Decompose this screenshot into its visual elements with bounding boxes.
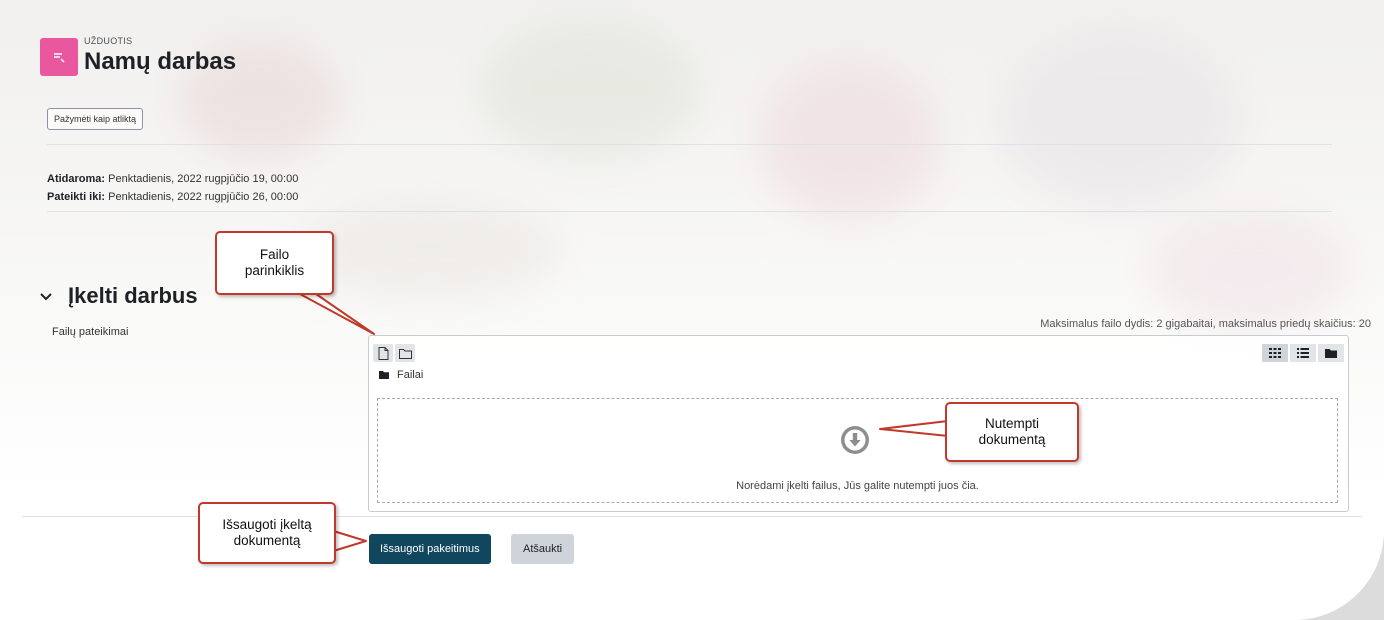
callout-save-document: Išsaugoti įkeltą dokumentą (198, 502, 336, 564)
create-folder-button[interactable] (395, 344, 415, 362)
section-title: Įkelti darbus (68, 283, 198, 308)
callout-file-picker-text: Failo parinkiklis (244, 247, 305, 278)
folder-solid-icon (379, 371, 389, 379)
view-list-button[interactable] (1290, 344, 1316, 362)
view-switcher (1262, 344, 1344, 362)
folder-icon (398, 348, 412, 359)
save-changes-button[interactable]: Išsaugoti pakeitimus (369, 534, 491, 564)
list-icon (1297, 348, 1309, 358)
opens-value: Penktadienis, 2022 rugpjūčio 19, 00:00 (108, 173, 299, 185)
opens-label: Atidaroma: (47, 173, 106, 185)
activity-dates: Atidaroma: Penktadienis, 2022 rugpjūčio … (47, 170, 298, 206)
dropzone[interactable]: Norėdami įkelti failus, Jūs galite nutem… (377, 398, 1338, 503)
arrow-circle-down-icon (841, 426, 869, 454)
divider (47, 144, 1332, 145)
callout-file-picker: Failo parinkiklis (215, 231, 334, 295)
breadcrumb-files[interactable]: Failai (397, 369, 423, 381)
add-file-button[interactable] (373, 344, 393, 362)
callout-save-document-text: Išsaugoti įkeltą dokumentą (222, 517, 312, 548)
callout-drag-document-text: Nutempti dokumentą (978, 416, 1046, 447)
file-limits-text: Maksimalus failo dydis: 2 gigabaitai, ma… (1040, 318, 1371, 330)
mark-complete-button[interactable]: Pažymėti kaip atliktą (47, 108, 144, 130)
view-tree-button[interactable] (1318, 344, 1344, 362)
cancel-button[interactable]: Atšaukti (511, 534, 575, 564)
folder-solid-icon (1325, 349, 1337, 358)
activity-type-label: UŽDUOTIS (84, 36, 133, 46)
dropzone-text: Norėdami įkelti failus, Jūs galite nutem… (736, 480, 979, 492)
callout-drag-document: Nutempti dokumentą (945, 402, 1079, 462)
due-date: Pateikti iki: Penktadienis, 2022 rugpjūč… (47, 188, 298, 206)
view-icons-button[interactable] (1262, 344, 1288, 362)
screenshot-frame: UŽDUOTIS Namų darbas Pažymėti kaip atlik… (0, 0, 1384, 620)
section-header[interactable]: Įkelti darbus (40, 283, 198, 309)
divider (47, 211, 1332, 212)
file-submissions-label: Failų pateikimai (52, 326, 129, 338)
grid-icon (1269, 348, 1281, 358)
file-icon (378, 346, 388, 360)
opens-date: Atidaroma: Penktadienis, 2022 rugpjūčio … (47, 170, 298, 188)
file-manager: Failai Norėdami įkelti failus, Jūs galit… (368, 335, 1349, 512)
due-value: Penktadienis, 2022 rugpjūčio 26, 00:00 (108, 191, 299, 203)
breadcrumb: Failai (379, 369, 423, 381)
chevron-down-icon[interactable] (40, 289, 60, 304)
due-label: Pateikti iki: (47, 191, 106, 203)
assignment-icon (40, 38, 78, 76)
page-title: Namų darbas (84, 48, 237, 75)
